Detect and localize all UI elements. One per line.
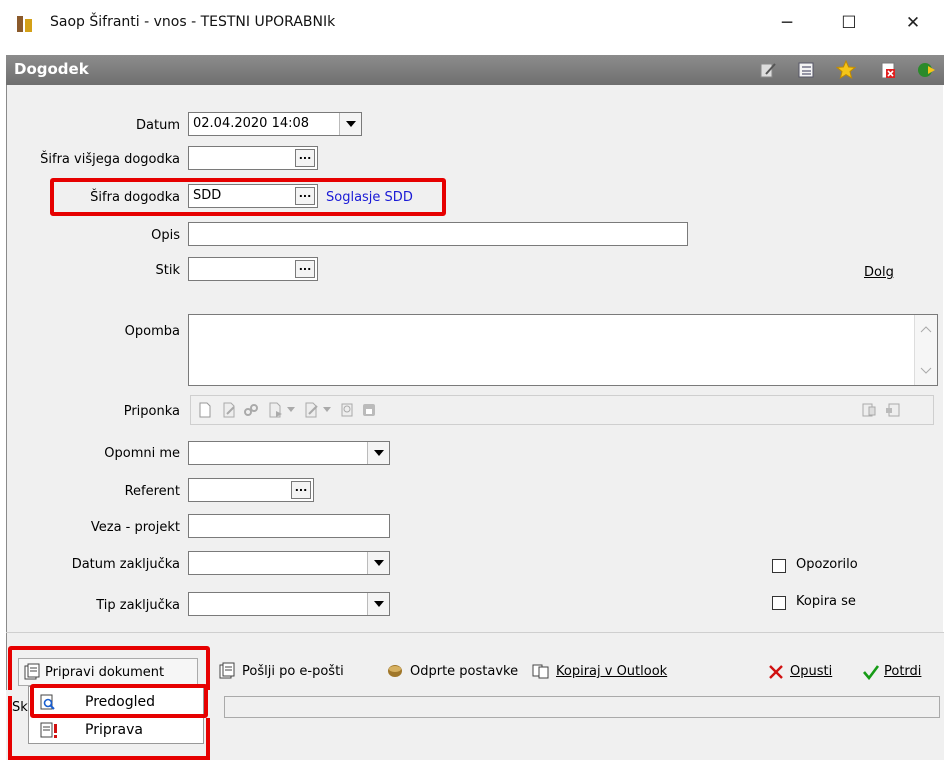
attach-document-icon[interactable] [267,402,283,418]
link-icon[interactable] [243,402,259,418]
highlight-predogled [30,684,208,718]
dropdown-arrow-icon[interactable] [323,407,331,413]
copy-document-icon[interactable] [861,402,877,418]
veza-field[interactable] [188,514,390,538]
confirm-icon [863,665,880,680]
kopiraj-label: Kopiraj v Outlook [556,664,668,679]
odprte-label: Odprte postavke [410,664,519,679]
datum-zakljucka-dropdown-arrow[interactable] [367,552,389,574]
datum-label: Datum [136,118,180,133]
highlight-edge-right [206,718,210,760]
opomni-select[interactable] [188,441,390,465]
opomni-label: Opomni me [104,446,180,461]
sifra-value: SDD [193,188,222,203]
scan-icon[interactable] [339,402,355,418]
datum-zakljucka-select[interactable] [188,551,390,575]
lock-icon[interactable] [361,402,377,418]
potrdi-label: Potrdi [884,664,922,679]
dropdown-arrow-icon[interactable] [287,407,295,413]
poslji-label: Pošlji po e-pošti [242,664,344,679]
edit-icon[interactable] [758,60,778,80]
status-text: Sk [12,700,28,715]
kopira-label: Kopira se [796,594,856,609]
opis-label: Opis [151,228,180,243]
exit-icon[interactable] [916,60,936,80]
dolg-link[interactable]: Dolg [864,265,894,280]
move-document-icon[interactable] [885,402,901,418]
list-icon[interactable] [796,60,816,80]
new-document-icon[interactable] [197,402,213,418]
star-icon[interactable] [836,60,856,80]
cancel-icon [769,665,783,679]
datum-field[interactable]: 02.04.2020 14:08 [188,112,362,136]
tip-zakljucka-label: Tip zaključka [96,598,180,613]
prepare-icon [40,722,57,738]
panel-header: Dogodek [6,55,944,85]
sifra-description-link[interactable]: Soglasje SDD [326,190,413,205]
opomba-label: Opomba [124,324,180,339]
datum-dropdown-arrow[interactable] [339,113,361,135]
status-panel [224,696,940,718]
opomba-textarea[interactable] [188,314,938,386]
veza-label: Veza - projekt [90,520,180,535]
sifra-browse-button[interactable]: ... [295,187,315,205]
kopira-checkbox[interactable] [772,596,786,610]
minimize-button[interactable]: ─ [764,8,810,38]
bottom-divider [6,632,944,633]
referent-field[interactable]: ... [188,478,314,502]
close-button[interactable]: ✕ [890,8,936,38]
visjega-label: Šifra višjega dogodka [40,152,180,167]
tip-zakljucka-dropdown-arrow[interactable] [367,593,389,615]
opusti-label: Opusti [790,664,833,679]
sifra-label: Šifra dogodka [90,190,180,205]
opis-field[interactable] [188,222,688,246]
priponka-label: Priponka [123,404,180,419]
opozorilo-checkbox[interactable] [772,559,786,573]
menu-item-priprava-label: Priprava [85,722,143,738]
opomni-dropdown-arrow[interactable] [367,442,389,464]
stik-field[interactable]: ... [188,257,318,281]
opozorilo-label: Opozorilo [796,557,858,572]
delete-icon[interactable] [878,60,898,80]
menu-item-priprava[interactable]: Priprava [29,717,203,745]
opomba-scrollbar[interactable] [914,315,937,385]
copy-icon [532,664,549,679]
app-icon [17,16,32,32]
window-title: Saop Šifranti - vnos - TESTNI UPORABNIk [50,14,336,30]
visjega-field[interactable]: ... [188,146,318,170]
scroll-up-icon[interactable] [920,325,932,333]
sign-document-icon[interactable] [303,402,319,418]
panel-title: Dogodek [14,60,89,78]
visjega-browse-button[interactable]: ... [295,149,315,167]
priponka-toolbar [190,395,934,425]
datum-zakljucka-label: Datum zaključka [71,557,180,572]
datum-value: 02.04.2020 14:08 [193,116,310,131]
highlight-edge-left [8,696,12,760]
maximize-button[interactable]: ☐ [826,8,872,38]
stik-browse-button[interactable]: ... [295,260,315,278]
open-items-icon [388,665,402,677]
referent-browse-button[interactable]: ... [291,481,311,499]
scroll-down-icon[interactable] [920,367,932,375]
sifra-field[interactable]: SDD ... [188,184,318,208]
tip-zakljucka-select[interactable] [188,592,390,616]
stik-label: Stik [155,263,181,278]
edit-document-icon[interactable] [221,402,237,418]
window-titlebar: Saop Šifranti - vnos - TESTNI UPORABNIk … [0,0,944,46]
highlight-edge-bottom [8,756,210,760]
document-email-icon [219,662,235,679]
referent-label: Referent [124,484,180,499]
